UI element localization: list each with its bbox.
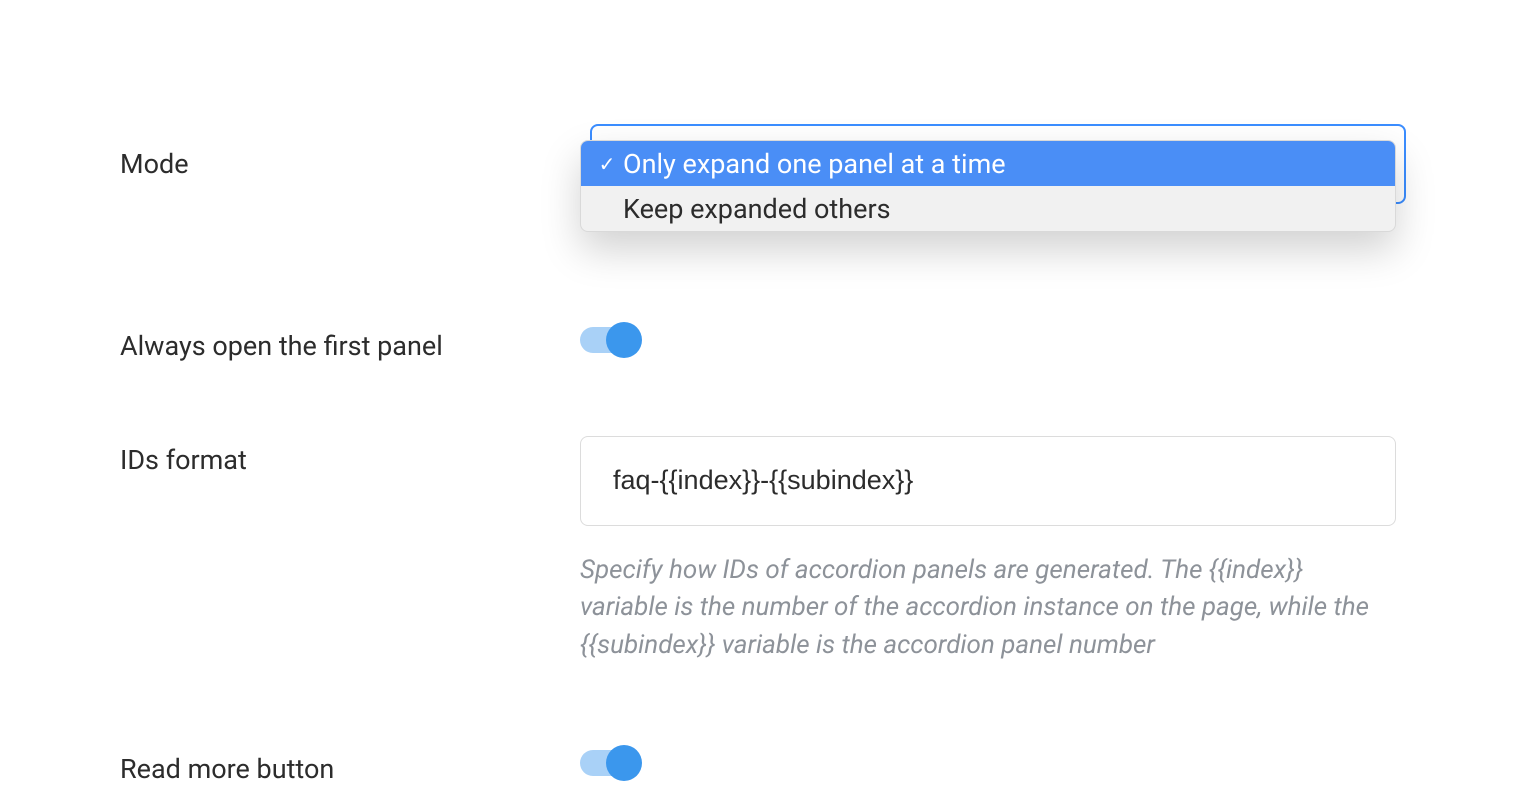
ids-format-input[interactable] (580, 436, 1396, 526)
read-more-toggle[interactable] (580, 745, 642, 781)
settings-form: Mode ✓ Only expand one panel at a time ✓… (0, 0, 1516, 789)
toggle-knob (606, 322, 642, 358)
mode-control: ✓ Only expand one panel at a time ✓ Keep… (580, 140, 1396, 232)
mode-label: Mode (120, 140, 580, 184)
ids-format-label: IDs format (120, 436, 580, 480)
form-row-ids-format: IDs format Specify how IDs of accordion … (120, 436, 1396, 665)
ids-format-help: Specify how IDs of accordion panels are … (580, 552, 1380, 665)
read-more-control (580, 745, 1396, 781)
mode-dropdown-menu: ✓ Only expand one panel at a time ✓ Keep… (580, 140, 1396, 232)
form-row-read-more: Read more button (120, 745, 1396, 789)
always-open-first-control (580, 322, 1396, 358)
read-more-label: Read more button (120, 745, 580, 789)
toggle-knob (606, 745, 642, 781)
form-row-always-open-first: Always open the first panel (120, 322, 1396, 366)
ids-format-control: Specify how IDs of accordion panels are … (580, 436, 1396, 665)
mode-dropdown[interactable]: ✓ Only expand one panel at a time ✓ Keep… (580, 140, 1396, 232)
form-row-mode: Mode ✓ Only expand one panel at a time ✓… (120, 140, 1396, 232)
mode-option-0-label: Only expand one panel at a time (623, 148, 1006, 180)
check-icon: ✓ (595, 152, 619, 176)
always-open-first-toggle[interactable] (580, 322, 642, 358)
mode-option-0[interactable]: ✓ Only expand one panel at a time (581, 141, 1395, 186)
always-open-first-label: Always open the first panel (120, 322, 580, 366)
mode-option-1[interactable]: ✓ Keep expanded others (581, 186, 1395, 231)
mode-option-1-label: Keep expanded others (623, 193, 891, 225)
